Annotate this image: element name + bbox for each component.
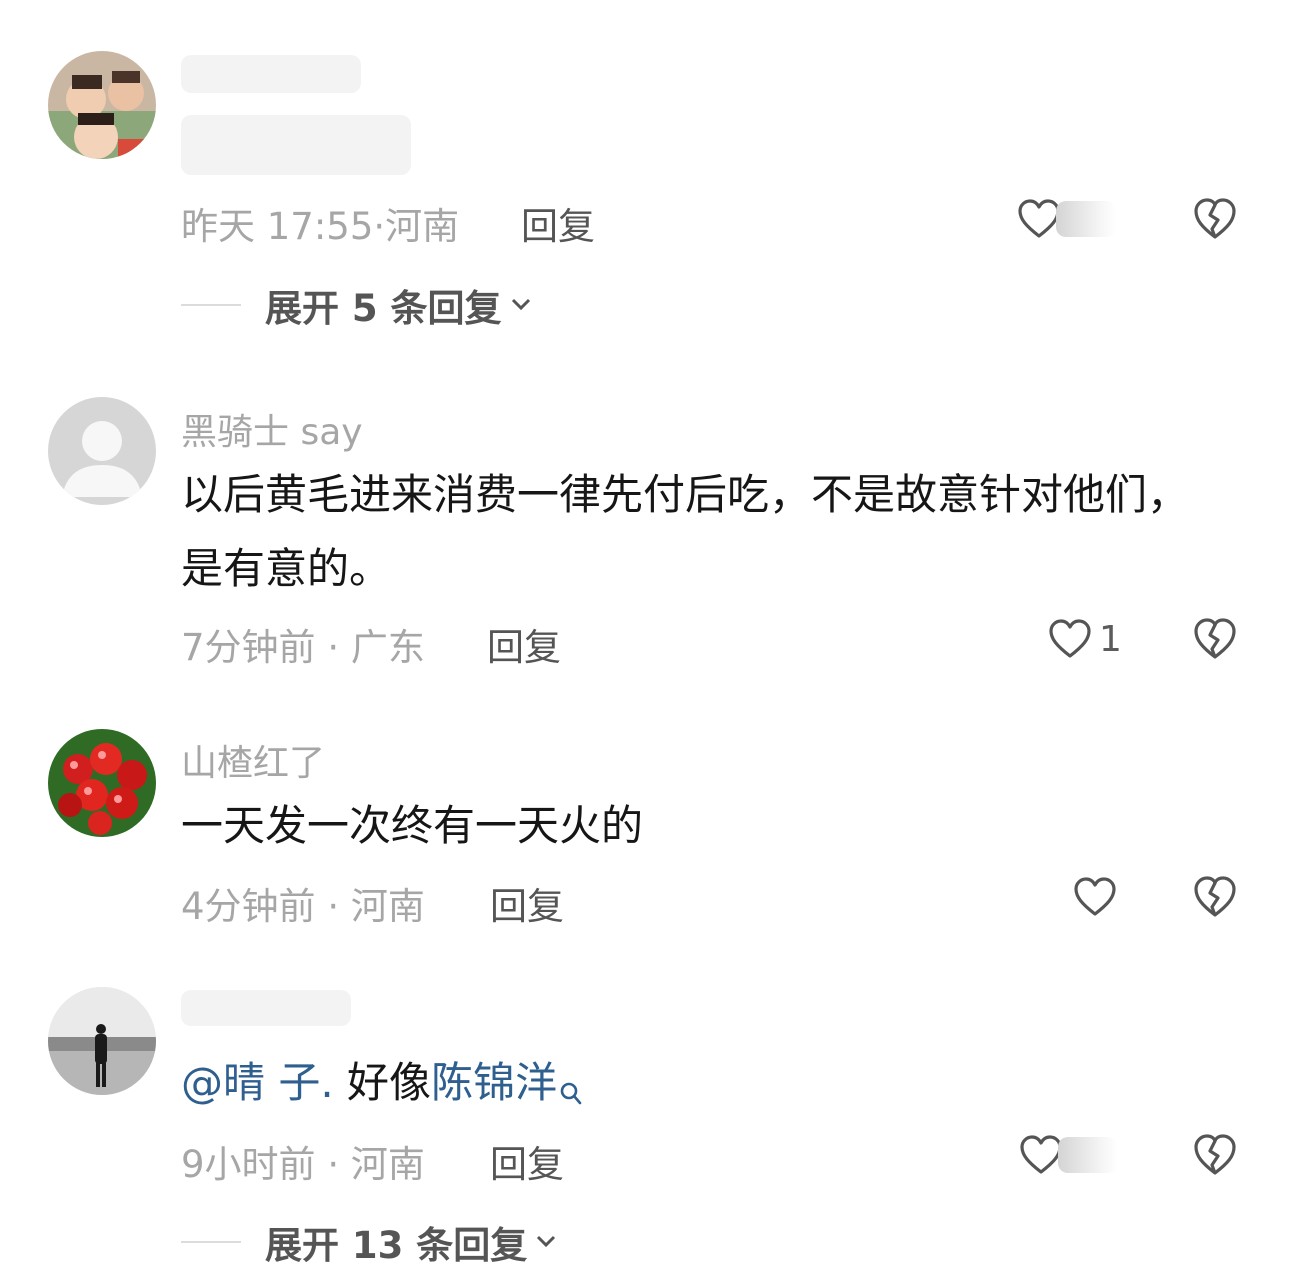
comment-meta: 7分钟前 · 广东 — [181, 617, 425, 671]
divider-line — [181, 304, 241, 306]
search-icon[interactable] — [559, 1056, 583, 1130]
dislike-button[interactable] — [1191, 196, 1239, 242]
reply-button[interactable]: 回复 — [490, 1134, 564, 1188]
like-button[interactable] — [1072, 876, 1118, 918]
comment-content: 一天发一次终有一天火的 — [181, 801, 644, 850]
comment-time: 4分钟前 — [181, 885, 316, 928]
dislike-button[interactable] — [1191, 1132, 1239, 1178]
broken-heart-icon — [1191, 196, 1239, 242]
divider-line — [181, 1241, 241, 1243]
expand-replies-button[interactable]: 展开 5 条回复 — [181, 278, 532, 332]
like-button[interactable] — [1018, 1134, 1118, 1176]
comment-meta: 9小时前 · 河南 — [181, 1134, 425, 1188]
comment-meta: 4分钟前 · 河南 — [181, 876, 425, 930]
comment-username[interactable]: 黑骑士 say — [181, 403, 363, 455]
comment-meta: 昨天 17:55·河南 — [181, 196, 459, 250]
mention-link[interactable]: @晴 子. — [181, 1058, 334, 1107]
heart-icon — [1072, 876, 1118, 918]
avatar[interactable] — [48, 51, 156, 159]
like-count: 1 — [1099, 618, 1122, 660]
reply-button[interactable]: 回复 — [521, 196, 595, 250]
comment-time: 昨天 17:55 — [181, 205, 374, 248]
comment-username[interactable]: 山楂红了 — [181, 734, 325, 786]
comment-location: 河南 — [385, 205, 460, 248]
chevron-down-icon — [535, 1233, 557, 1252]
chevron-down-icon — [510, 296, 532, 315]
heart-icon — [1047, 618, 1093, 660]
comment-time: 7分钟前 — [181, 626, 316, 669]
broken-heart-icon — [1191, 616, 1239, 662]
avatar[interactable] — [48, 987, 156, 1095]
meta-separator: · — [373, 205, 386, 248]
comment-time: 9小时前 — [181, 1143, 316, 1186]
dislike-button[interactable] — [1191, 874, 1239, 920]
meta-separator: · — [327, 1143, 340, 1186]
expand-replies-label: 展开 13 条回复 — [265, 1224, 528, 1267]
avatar[interactable] — [48, 397, 156, 505]
username-blurred — [181, 55, 361, 93]
search-keyword-link[interactable]: 陈锦洋 — [431, 1058, 557, 1107]
comment-content: 以后黄毛进来消费一律先付后吃，不是故意针对他们，是有意的。 — [181, 470, 1190, 593]
like-button[interactable]: 1 — [1047, 618, 1122, 660]
expand-replies-button[interactable]: 展开 13 条回复 — [181, 1215, 557, 1269]
like-count-blurred — [1058, 1137, 1118, 1173]
avatar[interactable] — [48, 729, 156, 837]
meta-separator: · — [327, 626, 340, 669]
comment-location: 河南 — [350, 885, 425, 928]
like-button[interactable] — [1016, 198, 1116, 240]
username-blurred — [181, 990, 351, 1026]
broken-heart-icon — [1191, 1132, 1239, 1178]
like-count-blurred — [1056, 201, 1116, 237]
content-blurred — [181, 115, 411, 175]
meta-separator: · — [327, 885, 340, 928]
reply-button[interactable]: 回复 — [490, 876, 564, 930]
dislike-button[interactable] — [1191, 616, 1239, 662]
broken-heart-icon — [1191, 874, 1239, 920]
comment-location: 河南 — [350, 1143, 425, 1186]
reply-button[interactable]: 回复 — [487, 617, 561, 671]
comment-location: 广东 — [350, 626, 425, 669]
comment-content: @晴 子. 好像陈锦洋 — [181, 1046, 1191, 1130]
comment-text: 好像 — [333, 1058, 432, 1107]
expand-replies-label: 展开 5 条回复 — [265, 287, 502, 330]
